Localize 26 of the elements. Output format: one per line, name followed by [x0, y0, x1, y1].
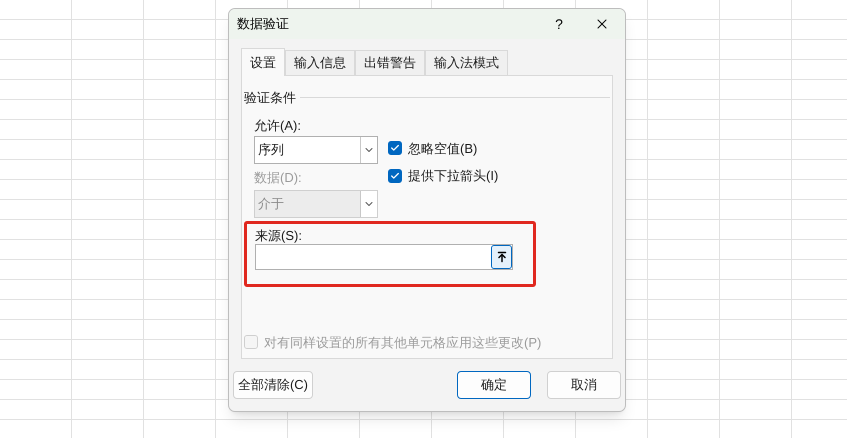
dialog-button[interactable]: 全部清除(C) [233, 371, 313, 399]
field-label: 允许(A): [254, 116, 302, 135]
dropdown-value: 介于 [257, 194, 285, 212]
dropdown-value: 序列 [257, 140, 285, 158]
checkbox[interactable] [388, 168, 402, 183]
collapse-dialog-icon[interactable] [491, 244, 512, 268]
field-label: 来源(S): [255, 226, 303, 244]
checkmark-icon [390, 170, 400, 181]
source-field[interactable] [255, 244, 513, 270]
dialog-button[interactable]: 取消 [547, 371, 621, 399]
tab[interactable]: 输入信息 [285, 50, 355, 75]
checkbox-label: 提供下拉箭头(I) [408, 167, 498, 185]
dialog-title: 数据验证 [237, 15, 290, 34]
checkbox-label: 对有同样设置的所有其他单元格应用这些更改(P) [264, 334, 542, 352]
tab[interactable]: 设置 [241, 48, 285, 76]
checkmark-icon [390, 143, 400, 154]
tab[interactable]: 输入法模式 [425, 50, 508, 75]
tab[interactable]: 出错警告 [355, 50, 425, 75]
group-title: 验证条件 [244, 89, 296, 107]
field-label: 数据(D): [254, 168, 303, 187]
ok-button[interactable]: 确定 [457, 371, 531, 399]
help-button[interactable]: ? [539, 9, 579, 39]
chevron-down-icon [360, 190, 377, 216]
checkbox-label: 忽略空值(B) [408, 140, 478, 158]
dropdown[interactable]: 序列 [254, 136, 378, 164]
checkbox[interactable] [388, 141, 402, 156]
